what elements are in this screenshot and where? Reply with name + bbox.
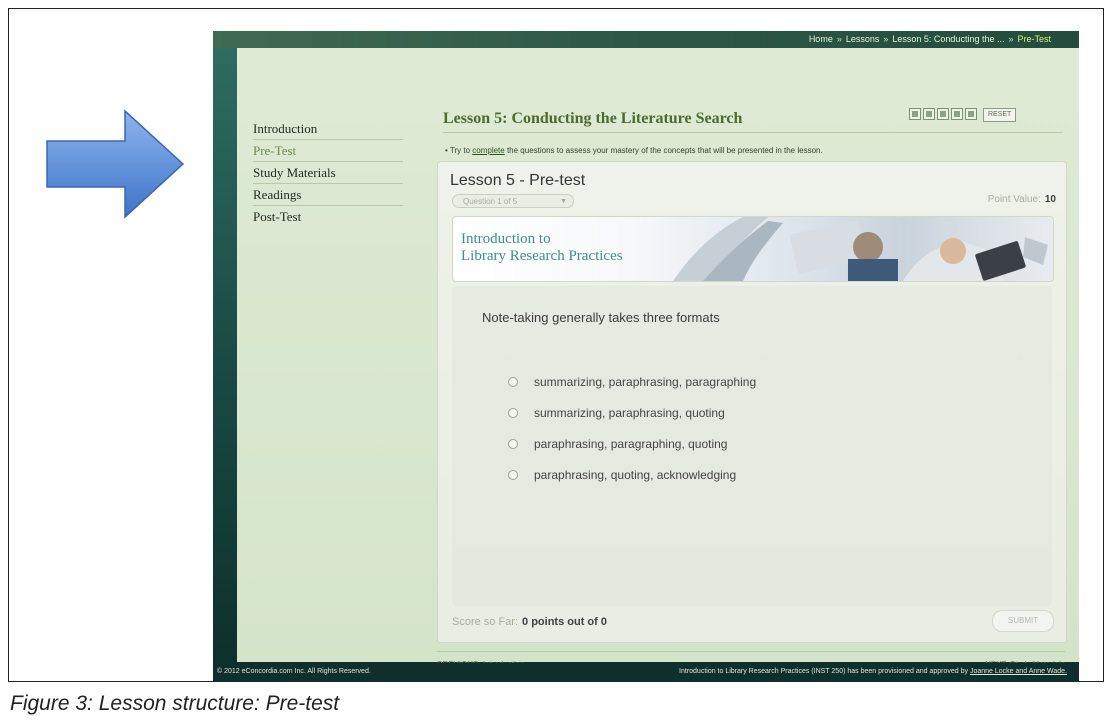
quiz-card: Lesson 5 - Pre-test Question 1 of 5 ▼ Po… — [437, 161, 1067, 643]
radio-button[interactable] — [508, 376, 518, 387]
title-divider — [443, 132, 1063, 133]
bookmark-icon[interactable] — [951, 108, 963, 120]
answer-option[interactable]: paraphrasing, paragraphing, quoting — [508, 428, 756, 459]
answer-option-label: paraphrasing, paragraphing, quoting — [534, 436, 728, 451]
breadcrumb: Home» Lessons» Lesson 5: Conducting the ..… — [809, 34, 1051, 44]
answer-option[interactable]: paraphrasing, quoting, acknowledging — [508, 459, 756, 490]
banner-image — [673, 217, 1048, 281]
breadcrumb-separator: » — [883, 34, 889, 44]
radio-button[interactable] — [508, 407, 518, 418]
answer-option[interactable]: summarizing, paraphrasing, paragraphing — [508, 366, 756, 397]
approvers-link[interactable]: Joanne Locke and Anne Wade. — [970, 668, 1067, 675]
breadcrumb-separator: » — [836, 34, 842, 44]
score-display: Score so Far: 0 points out of 0 — [452, 616, 607, 628]
figure-caption: Figure 3: Lesson structure: Pre-test — [10, 692, 340, 715]
question-selector-label: Question 1 of 5 — [463, 197, 518, 206]
question-area: Note-taking generally takes three format… — [452, 286, 1052, 606]
complete-link[interactable]: complete — [472, 146, 504, 155]
chevron-down-icon: ▼ — [560, 198, 567, 205]
approval-text-body: Introduction to Library Research Practic… — [679, 668, 970, 675]
quiz-title: Lesson 5 - Pre-test — [450, 172, 586, 189]
approval-text: Introduction to Library Research Practic… — [679, 668, 1067, 675]
reset-button[interactable]: RESET — [983, 108, 1017, 122]
point-value-number: 10 — [1044, 194, 1056, 205]
breadcrumb-lessons[interactable]: Lessons — [846, 34, 880, 44]
sidebar-item-pre-test[interactable]: Pre-Test — [253, 140, 403, 162]
lesson-toolbar: RESET — [909, 108, 1017, 122]
sidebar-item-readings[interactable]: Readings — [253, 184, 403, 206]
footer: © 2012 eConcordia.com Inc. All Rights Re… — [213, 663, 1079, 682]
answer-option[interactable]: summarizing, paraphrasing, quoting — [508, 397, 756, 428]
question-text: Note-taking generally takes three format… — [482, 310, 720, 325]
point-value-label: Point Value: — [987, 194, 1041, 205]
page-title: Lesson 5: Conducting the Literature Sear… — [443, 110, 743, 127]
sidebar-item-post-test[interactable]: Post-Test — [253, 206, 403, 227]
course-banner: Introduction to Library Research Practic… — [452, 216, 1054, 282]
pointer-arrow-icon — [46, 109, 185, 219]
instruction-after: the questions to assess your mastery of … — [504, 146, 823, 155]
print-icon[interactable] — [909, 108, 921, 120]
answer-options: summarizing, paraphrasing, paragraphing … — [508, 366, 756, 490]
submit-button[interactable]: SUBMIT — [992, 610, 1054, 632]
score-label: Score so Far: — [452, 616, 519, 628]
breadcrumb-current: Pre-Test — [1017, 34, 1051, 44]
point-value: Point Value: 10 — [988, 194, 1056, 205]
answer-option-label: paraphrasing, quoting, acknowledging — [534, 467, 737, 482]
question-selector[interactable]: Question 1 of 5 ▼ — [452, 194, 574, 208]
score-value: 0 points out of 0 — [522, 616, 607, 628]
sidebar-item-study-materials[interactable]: Study Materials — [253, 162, 403, 184]
help-icon[interactable] — [965, 108, 977, 120]
banner-title: Introduction to Library Research Practic… — [461, 231, 623, 265]
sidebar-nav: Introduction Pre-Test Study Materials Re… — [253, 118, 403, 227]
instruction-before: Try to — [449, 146, 473, 155]
radio-button[interactable] — [508, 469, 518, 480]
lms-screenshot: Home» Lessons» Lesson 5: Conducting the ..… — [213, 31, 1079, 682]
instruction-text: • Try to complete the questions to asses… — [445, 146, 823, 155]
content-panel: Introduction Pre-Test Study Materials Re… — [237, 48, 1079, 669]
breadcrumb-home[interactable]: Home — [809, 34, 833, 44]
breadcrumb-separator: » — [1008, 34, 1014, 44]
copyright-text: © 2012 eConcordia.com Inc. All Rights Re… — [217, 668, 371, 675]
top-bar: Home» Lessons» Lesson 5: Conducting the ..… — [213, 31, 1079, 48]
radio-button[interactable] — [508, 438, 518, 449]
sidebar-item-introduction[interactable]: Introduction — [253, 118, 403, 140]
email-icon[interactable] — [923, 108, 935, 120]
answer-option-label: summarizing, paraphrasing, quoting — [534, 405, 725, 420]
banner-title-line1: Introduction to — [461, 231, 551, 247]
decorative-strip — [213, 48, 237, 662]
banner-title-line2: Library Research Practices — [461, 248, 623, 264]
figure-frame: Home» Lessons» Lesson 5: Conducting the ..… — [8, 8, 1104, 682]
font-size-icon[interactable] — [937, 108, 949, 120]
breadcrumb-lesson[interactable]: Lesson 5: Conducting the ... — [892, 34, 1004, 44]
answer-option-label: summarizing, paraphrasing, paragraphing — [534, 374, 757, 389]
